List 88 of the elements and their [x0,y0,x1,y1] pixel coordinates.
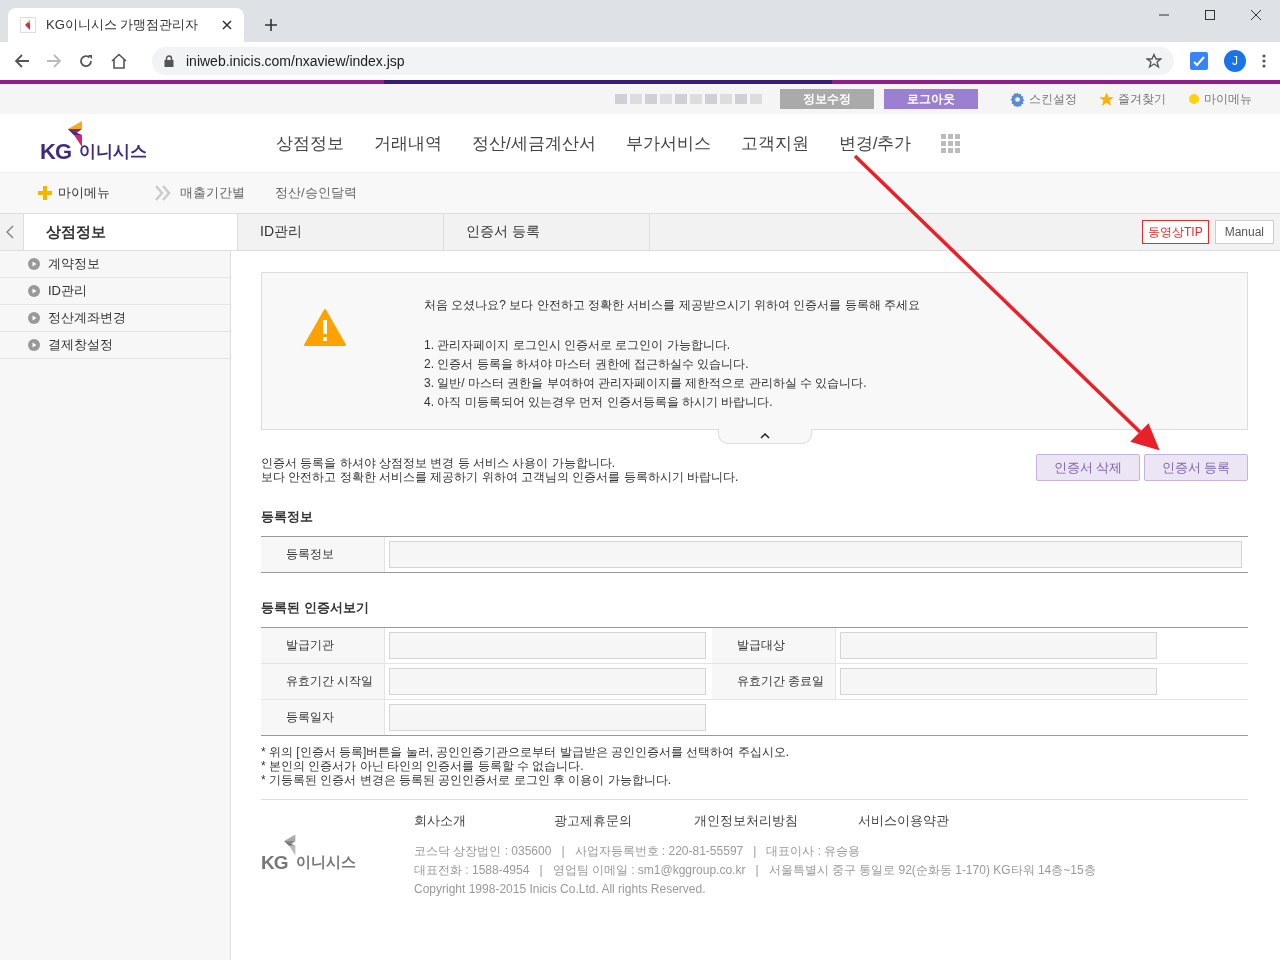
input-field[interactable] [389,704,706,731]
field-label: 유효기간 시작일 [261,664,385,699]
breadcrumb-item[interactable]: 상점정보 [23,214,237,250]
quick-link[interactable]: 정산/승인달력 [275,184,357,202]
notice-item: 3. 일반/ 마스터 권한을 부여하여 관리자페이지를 제한적으로 관리하실 수 있습니다. [424,375,868,392]
new-tab-icon[interactable] [264,18,278,32]
nav-link[interactable]: 거래내역 [374,131,442,155]
sidebar-item[interactable]: 정산계좌변경 [0,305,230,332]
star-icon [1099,91,1114,107]
field-label: 유효기간 종료일 [712,664,836,699]
action-button[interactable]: 인증서 등록 [1144,454,1248,481]
star-icon[interactable] [1146,53,1162,69]
manual-button[interactable]: Manual [1214,220,1274,244]
footer-link[interactable]: 서비스이용약관 [858,812,998,830]
field-label: 발급기관 [261,628,385,663]
footer-link[interactable]: 개인정보처리방침 [694,812,858,830]
close-icon[interactable] [222,20,232,30]
play-circle-icon [28,258,40,270]
url-text: iniweb.inicis.com/nxaview/index.jsp [186,53,406,69]
collapse-toggle[interactable] [718,429,812,444]
section-title: 등록된 인증서보기 [261,599,370,617]
reload-icon[interactable] [78,53,94,69]
grid-menu-icon[interactable] [941,133,961,153]
my-menu-link[interactable]: 마이메뉴 [38,184,110,202]
footer-logo: KG 이니시스 [261,834,414,874]
header-link[interactable]: 스킨설정 [1010,90,1077,108]
play-circle-icon [28,312,40,324]
nav-link[interactable]: 부가서비스 [625,131,711,155]
address-bar[interactable]: iniweb.inicis.com/nxaview/index.jsp [152,47,1174,75]
footer-text: 대표전화 : 1588-4954 | 영업팀 이메일 : sm1@kggroup.co.kr | 서울특별시 중구 통일로 92(순화동 1-170) KG타워 14층~15층 [414,862,1096,879]
nav-link[interactable]: 변경/추가 [838,131,912,155]
nav-link[interactable]: 고객지원 [740,131,809,155]
chevron-icon [760,433,770,439]
intro-text: 인증서 등록을 하셔야 상점정보 변경 등 서비스 사용이 가능합니다. [261,456,616,470]
section-title: 등록정보 [261,508,314,526]
notice-item: 1. 관리자페이지 로그인시 인증서로 로그인이 가능합니다. [424,337,731,354]
gear-icon [1010,91,1025,107]
field-label: 등록일자 [261,700,385,735]
nav-link[interactable]: 상점정보 [276,131,344,155]
dot-icon [1188,93,1200,105]
video-tip-button[interactable]: 동영상TIP [1141,220,1209,244]
lock-icon [164,55,174,67]
extension-icon[interactable] [1190,52,1208,70]
input-field[interactable] [389,541,1242,568]
note-text: * 기등록된 인증서 변경은 등록된 공인인증서로 로그인 후 이용이 가능합니다. [261,773,672,787]
note-text: * 본인의 인증서가 아닌 타인의 인증서를 등록할 수 없습니다. [261,759,585,773]
breadcrumb-item[interactable]: ID관리 [237,214,443,250]
header-link[interactable]: 마이메뉴 [1188,90,1252,108]
nav-link[interactable]: 정산/세금계산서 [472,131,596,155]
maximize-icon[interactable] [1204,9,1216,21]
footer-link[interactable]: 광고제휴문의 [554,812,694,830]
play-circle-icon [28,339,40,351]
input-field[interactable] [389,668,706,695]
notice-item: 2. 인증서 등록을 하셔야 마스터 권한에 접근하실수 있습니다. [424,356,750,373]
plus-icon [38,186,52,200]
tab-title: KG이니시스 가맹점관리자 [46,16,200,34]
warning-icon [304,309,346,347]
input-field[interactable] [840,668,1157,695]
note-text: * 위의 [인증서 등록]버튼을 눌러, 공인인증기관으로부터 발급받은 공인인증서를 선택하여 주십시오. [261,745,790,759]
close-icon[interactable] [1250,9,1262,21]
chevron-left-icon[interactable] [6,225,14,239]
favicon-icon [20,17,36,33]
browser-tab[interactable]: KG이니시스 가맹점관리자 [8,8,244,42]
breadcrumb-item[interactable]: 인증서 등록 [443,214,649,250]
notice-heading: 처음 오셨나요? 보다 안전하고 정확한 서비스를 제공받으시기 위하여 인증서를 등록해 주세요 [424,297,920,314]
sidebar-item[interactable]: 계약정보 [0,251,230,278]
field-label: 등록정보 [261,537,385,572]
menu-icon[interactable] [1262,54,1266,68]
back-icon[interactable] [14,53,30,69]
forward-icon[interactable] [46,53,62,69]
sidebar-item[interactable]: 결제창설정 [0,332,230,359]
quick-link[interactable]: 매출기간별 [180,184,245,202]
double-chevron-icon [154,185,172,201]
action-button[interactable]: 인증서 삭제 [1036,454,1140,481]
field-label: 발급대상 [712,628,836,663]
footer-text: 코스닥 상장법인 : 035600 | 사업자등록번호 : 220-81-55597 | 대표이사 : 유승용 [414,843,862,860]
notice-item: 4. 아직 미등록되어 있는경우 먼저 인증서등록을 하시기 바랍니다. [424,394,774,411]
play-circle-icon [28,285,40,297]
home-icon[interactable] [110,53,128,69]
profile-avatar[interactable]: J [1224,50,1246,72]
logo[interactable]: KG 이니시스 [40,121,276,165]
intro-text: 보다 안전하고 정확한 서비스를 제공하기 위하여 고객님의 인증서를 등록하시기 바랍니다. [261,470,740,484]
header-link[interactable]: 즐겨찾기 [1099,90,1166,108]
footer-link[interactable]: 회사소개 [414,812,554,830]
footer-text: Copyright 1998-2015 Inicis Co.Ltd. All rights Reserved. [414,881,707,898]
input-field[interactable] [840,632,1157,659]
input-field[interactable] [389,632,706,659]
sidebar-item[interactable]: ID관리 [0,278,230,305]
